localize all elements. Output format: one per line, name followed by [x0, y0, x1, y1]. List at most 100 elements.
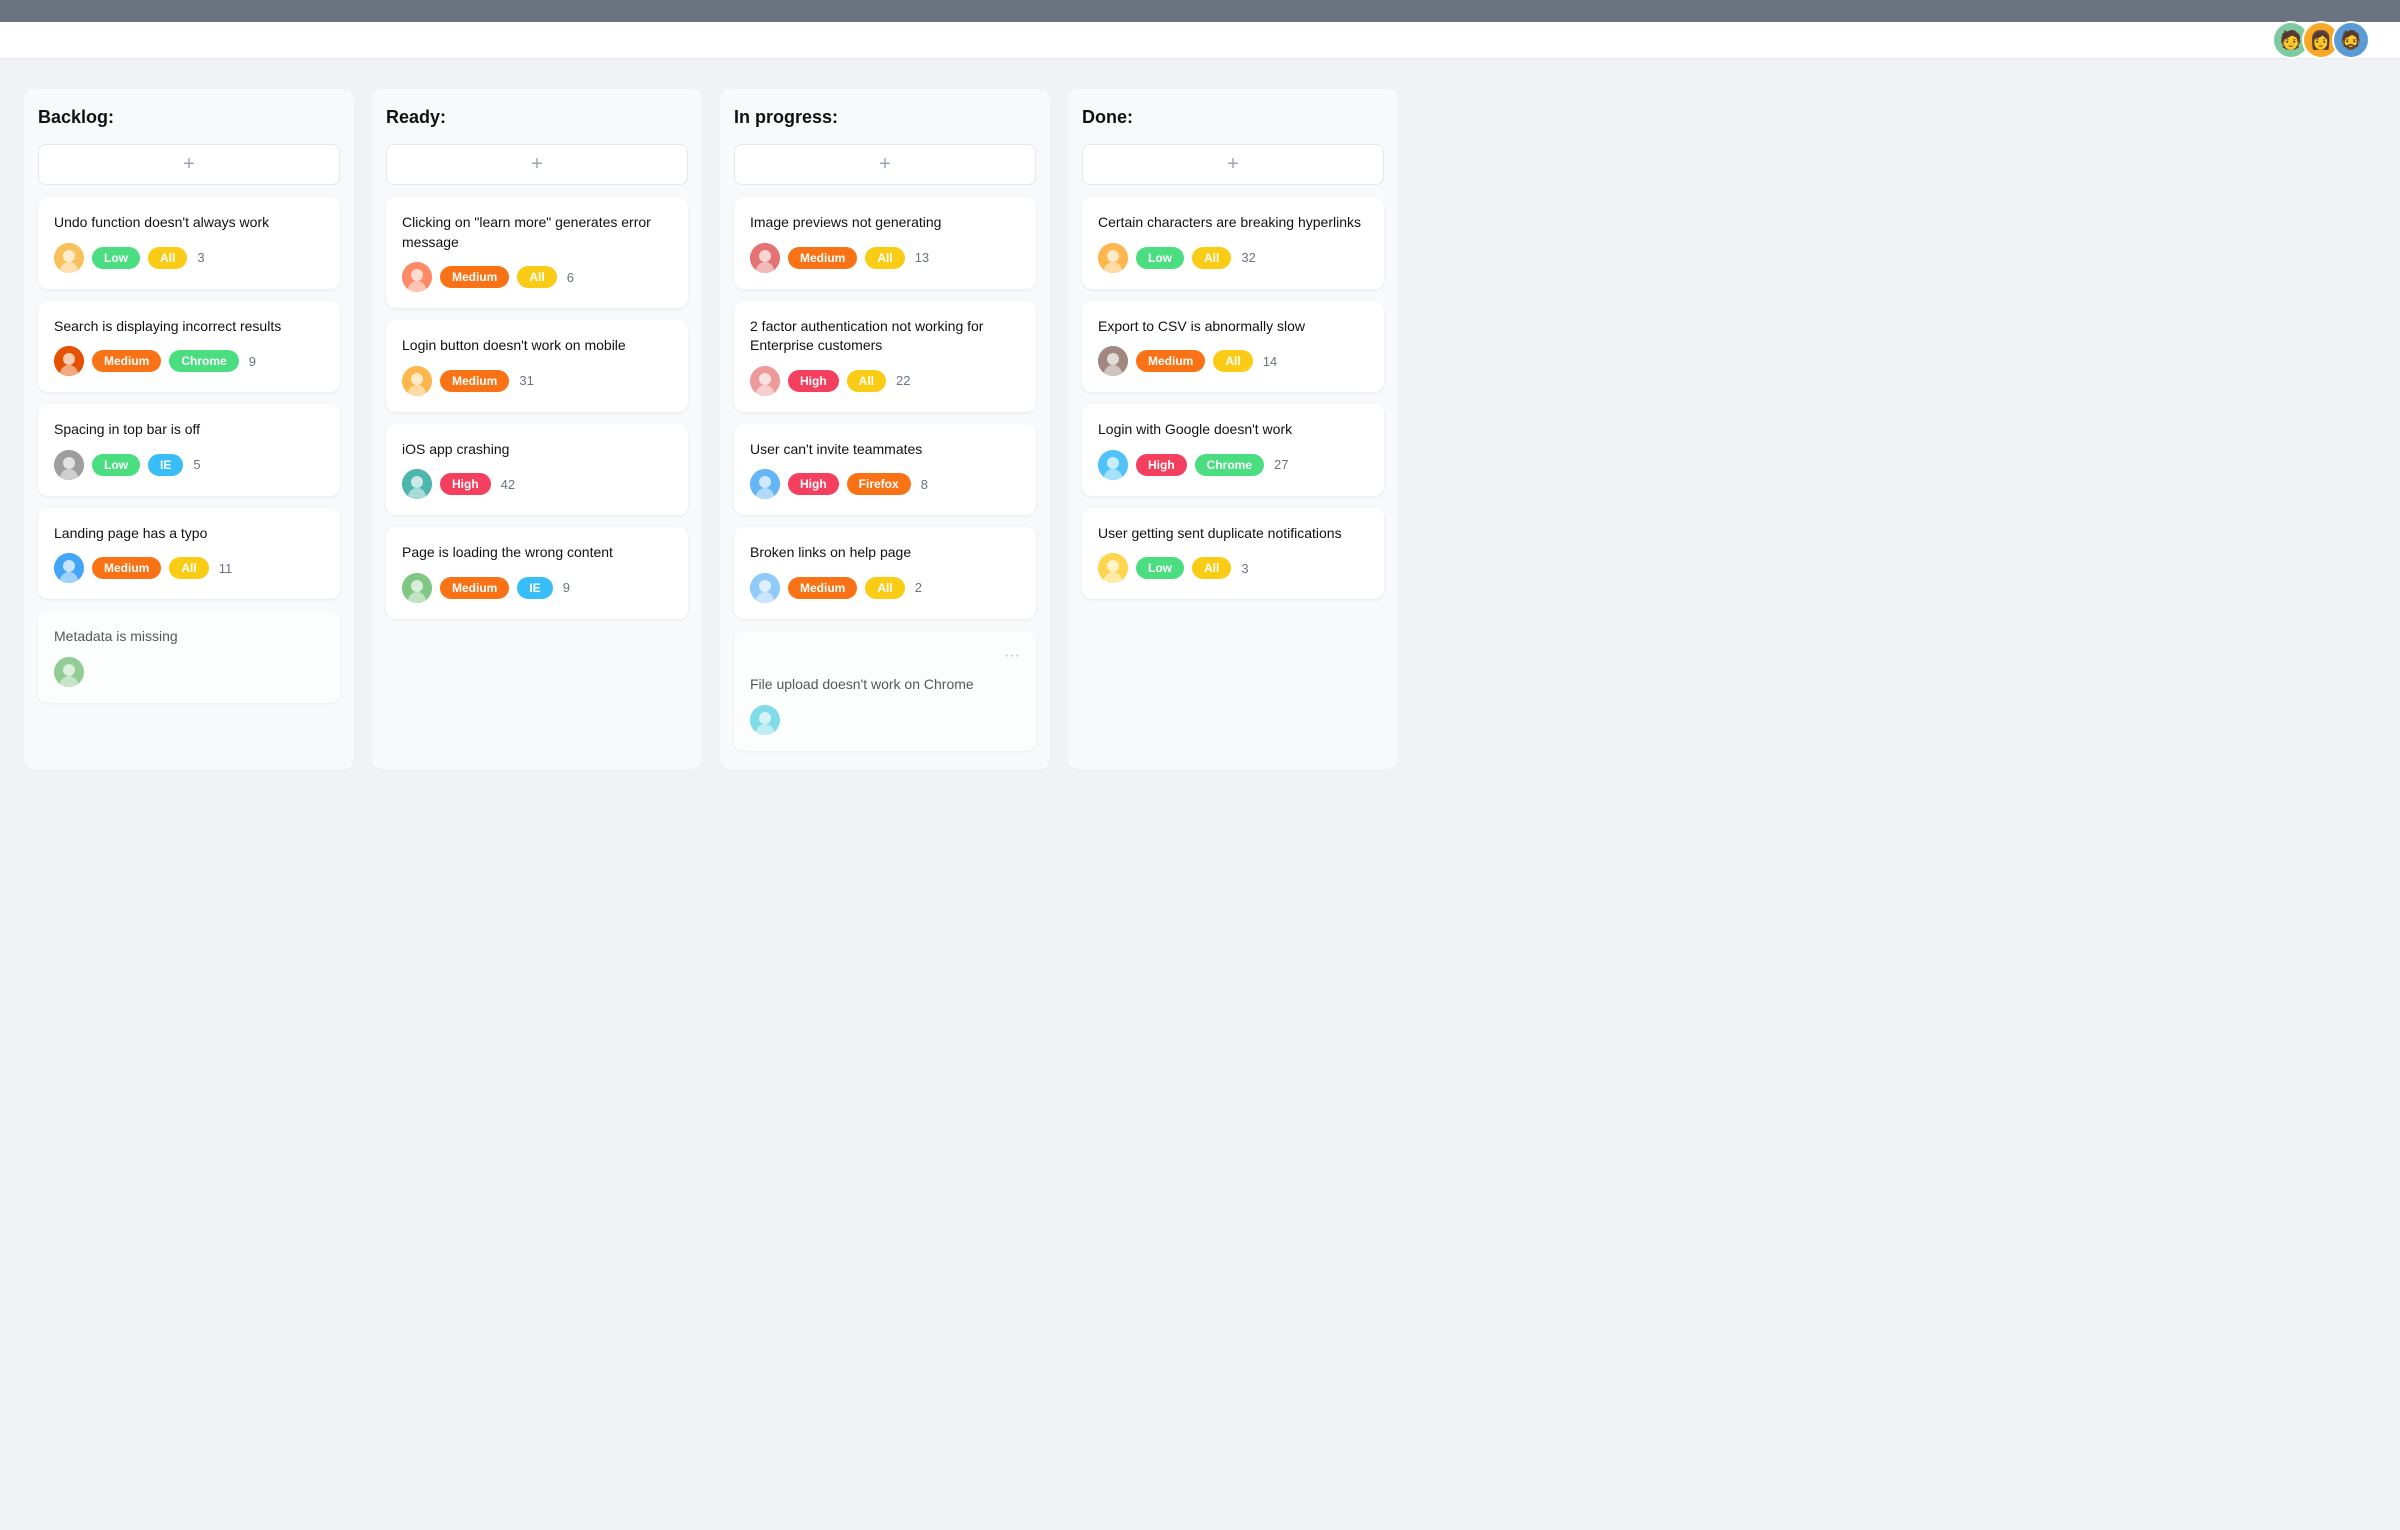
priority-badge[interactable]: Low — [92, 454, 140, 476]
card-title: Broken links on help page — [750, 543, 1020, 563]
priority-badge[interactable]: High — [788, 473, 839, 495]
card-meta: HighChrome27 — [1098, 450, 1368, 480]
card-title: Login with Google doesn't work — [1098, 420, 1368, 440]
card-avatar — [402, 469, 432, 499]
tag-badge[interactable]: Firefox — [847, 473, 911, 495]
card[interactable]: Search is displaying incorrect results M… — [38, 301, 340, 393]
card-title: Image previews not generating — [750, 213, 1020, 233]
board: Backlog: + Undo function doesn't always wo… — [0, 59, 2400, 799]
header-avatars: 🧑 👩 🧔 — [2272, 21, 2370, 59]
card[interactable]: User getting sent duplicate notification… — [1082, 508, 1384, 600]
card-avatar — [54, 243, 84, 273]
card-count: 13 — [915, 250, 929, 265]
priority-badge[interactable]: Low — [1136, 247, 1184, 269]
card-avatar — [402, 573, 432, 603]
card-title: User getting sent duplicate notification… — [1098, 524, 1368, 544]
priority-badge[interactable]: Low — [92, 247, 140, 269]
card-avatar — [402, 366, 432, 396]
card-meta: HighFirefox8 — [750, 469, 1020, 499]
card[interactable]: User can't invite teammates HighFirefox8 — [734, 424, 1036, 516]
card-meta: Low All 3 — [1098, 553, 1368, 583]
priority-badge[interactable]: Low — [1136, 557, 1184, 579]
card-count: 42 — [501, 477, 515, 492]
card-count: 3 — [1241, 561, 1248, 576]
priority-badge[interactable]: Medium — [92, 350, 161, 372]
card-title: Spacing in top bar is off — [54, 420, 324, 440]
priority-badge[interactable]: Medium — [788, 577, 857, 599]
card-meta: MediumAll11 — [54, 553, 324, 583]
tag-badge[interactable]: All — [865, 577, 904, 599]
card-meta: High All 22 — [750, 366, 1020, 396]
priority-badge[interactable]: High — [788, 370, 839, 392]
card-title: Landing page has a typo — [54, 524, 324, 544]
tag-badge[interactable]: All — [517, 266, 556, 288]
card[interactable]: Broken links on help page MediumAll2 — [734, 527, 1036, 619]
tag-badge[interactable]: All — [148, 247, 187, 269]
tag-badge[interactable]: IE — [148, 454, 183, 476]
avatar-3[interactable]: 🧔 — [2332, 21, 2370, 59]
card[interactable]: Page is loading the wrong content Medium… — [386, 527, 688, 619]
priority-badge[interactable]: High — [1136, 454, 1187, 476]
column-header-backlog: Backlog: — [38, 107, 340, 128]
tag-badge[interactable]: All — [1213, 350, 1252, 372]
priority-badge[interactable]: Medium — [440, 266, 509, 288]
card-meta: LowAll32 — [1098, 243, 1368, 273]
add-card-button-done[interactable]: + — [1082, 144, 1384, 185]
card-avatar — [54, 450, 84, 480]
priority-badge[interactable]: Medium — [92, 557, 161, 579]
card[interactable]: Clicking on "learn more" generates error… — [386, 197, 688, 308]
priority-badge[interactable]: Medium — [440, 370, 509, 392]
card[interactable]: Image previews not generating Medium All 1… — [734, 197, 1036, 289]
card-meta — [54, 657, 324, 687]
more-options-icon[interactable]: ··· — [1004, 647, 1020, 665]
card-title: Undo function doesn't always work — [54, 213, 324, 233]
tag-badge[interactable]: Chrome — [1195, 454, 1264, 476]
card-meta: Low All 3 — [54, 243, 324, 273]
tag-badge[interactable]: All — [169, 557, 208, 579]
card-title: Page is loading the wrong content — [402, 543, 672, 563]
card[interactable]: Undo function doesn't always work Low All… — [38, 197, 340, 289]
card[interactable]: 2 factor authentication not working for … — [734, 301, 1036, 412]
card[interactable]: Certain characters are breaking hyperlin… — [1082, 197, 1384, 289]
card-title: iOS app crashing — [402, 440, 672, 460]
card-count: 22 — [896, 373, 910, 388]
add-card-button-in-progress[interactable]: + — [734, 144, 1036, 185]
tag-badge[interactable]: All — [1192, 247, 1231, 269]
card[interactable]: Metadata is missing — [38, 611, 340, 703]
card[interactable]: ··· File upload doesn't work on Chrome — [734, 631, 1036, 751]
card-meta: MediumAll2 — [750, 573, 1020, 603]
card[interactable]: Landing page has a typo MediumAll11 — [38, 508, 340, 600]
card-title: 2 factor authentication not working for … — [750, 317, 1020, 356]
card-meta: MediumIE9 — [402, 573, 672, 603]
column-header-done: Done: — [1082, 107, 1384, 128]
card-count: 31 — [519, 373, 533, 388]
card-meta: Medium All 13 — [750, 243, 1020, 273]
card-avatar — [1098, 346, 1128, 376]
card-title: File upload doesn't work on Chrome — [750, 675, 1020, 695]
card[interactable]: iOS app crashing High 42 — [386, 424, 688, 516]
card[interactable]: Login with Google doesn't work High Chrom… — [1082, 404, 1384, 496]
priority-badge[interactable]: Medium — [1136, 350, 1205, 372]
tag-badge[interactable]: Chrome — [169, 350, 238, 372]
card-avatar — [750, 469, 780, 499]
card[interactable]: Export to CSV is abnormally slow MediumA… — [1082, 301, 1384, 393]
card-avatar — [54, 657, 84, 687]
priority-badge[interactable]: High — [440, 473, 491, 495]
card-count: 9 — [249, 354, 256, 369]
tag-badge[interactable]: All — [865, 247, 904, 269]
tag-badge[interactable]: IE — [517, 577, 552, 599]
card[interactable]: Login button doesn't work on mobile Medi… — [386, 320, 688, 412]
card[interactable]: Spacing in top bar is off LowIE5 — [38, 404, 340, 496]
column-backlog: Backlog: + Undo function doesn't always wo… — [24, 89, 354, 769]
card-avatar — [1098, 553, 1128, 583]
card-count: 3 — [197, 250, 204, 265]
add-card-button-ready[interactable]: + — [386, 144, 688, 185]
card-meta: Medium Chrome 9 — [54, 346, 324, 376]
card-meta: MediumAll6 — [402, 262, 672, 292]
tag-badge[interactable]: All — [847, 370, 886, 392]
top-bar — [0, 0, 2400, 22]
tag-badge[interactable]: All — [1192, 557, 1231, 579]
priority-badge[interactable]: Medium — [788, 247, 857, 269]
add-card-button-backlog[interactable]: + — [38, 144, 340, 185]
priority-badge[interactable]: Medium — [440, 577, 509, 599]
